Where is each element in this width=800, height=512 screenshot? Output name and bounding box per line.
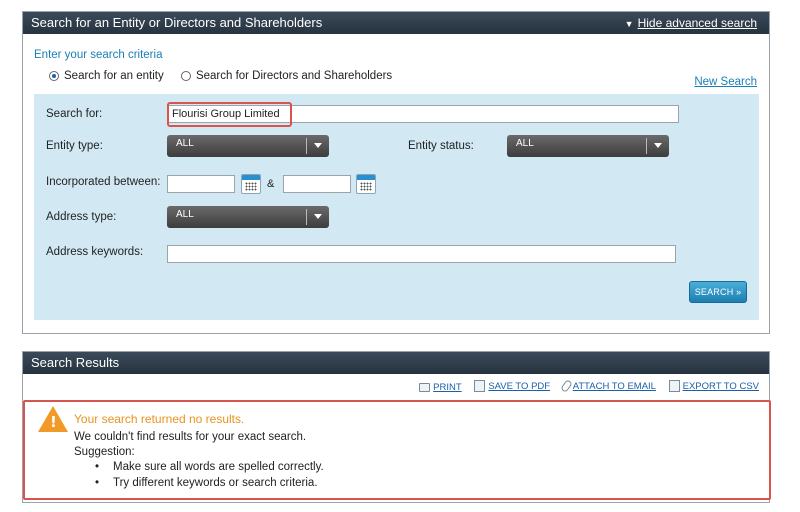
search-panel: Search for an Entity or Directors and Sh… — [22, 11, 770, 334]
pdf-icon — [474, 380, 486, 392]
print-label: PRINT — [433, 382, 462, 393]
ampersand-label: & — [267, 178, 275, 190]
address-type-label: Address type: — [46, 211, 117, 223]
hide-advanced-label: Hide advanced search — [637, 16, 757, 30]
address-keywords-label: Address keywords: — [46, 246, 144, 258]
chevron-down-icon — [654, 143, 662, 148]
search-for-label: Search for: — [46, 108, 103, 120]
print-link[interactable]: PRINT — [419, 382, 462, 393]
entity-status-label: Entity status: — [408, 140, 474, 152]
dropdown-separator — [306, 209, 307, 225]
suggestion-list: Make sure all words are spelled correctl… — [95, 459, 324, 491]
search-for-input[interactable]: Flourisi Group Limited — [167, 105, 679, 123]
incorporated-between-label: Incorporated between: — [46, 176, 161, 188]
list-item: Make sure all words are spelled correctl… — [95, 459, 324, 475]
alert-message: We couldn't find results for your exact … — [74, 431, 307, 443]
export-csv-label: EXPORT TO CSV — [682, 380, 759, 392]
results-toolbar: PRINT SAVE TO PDF ATTACH TO EMAIL EXPORT… — [409, 379, 759, 395]
radio-directors-button[interactable] — [180, 71, 191, 81]
triangle-down-icon: ▼ — [624, 19, 634, 29]
calendar-icon[interactable] — [356, 174, 376, 194]
alert-title: Your search returned no results. — [74, 412, 245, 426]
new-search-link[interactable]: New Search — [694, 76, 757, 88]
search-type-radio-group: Search for an entity Search for Director… — [49, 70, 406, 84]
entity-type-select[interactable]: ALL — [167, 135, 329, 157]
address-type-select[interactable]: ALL — [167, 206, 329, 228]
chevron-down-icon — [314, 214, 322, 219]
entity-status-select[interactable]: ALL — [507, 135, 669, 157]
entity-type-label: Entity type: — [46, 140, 103, 152]
criteria-label: Enter your search criteria — [34, 49, 163, 61]
address-keywords-input[interactable] — [167, 245, 676, 263]
save-pdf-label: SAVE TO PDF — [488, 380, 551, 392]
save-pdf-link[interactable]: SAVE TO PDF — [474, 380, 550, 392]
no-results-alert: ! Your search returned no results. We co… — [23, 400, 771, 500]
search-panel-title: Search for an Entity or Directors and Sh… — [31, 15, 323, 30]
incorporated-from-input[interactable] — [167, 175, 235, 193]
export-csv-link[interactable]: EXPORT TO CSV — [668, 380, 759, 392]
results-panel-header: Search Results — [23, 352, 769, 374]
dropdown-separator — [646, 138, 647, 154]
radio-search-entity[interactable]: Search for an entity — [49, 70, 164, 82]
radio-entity-button[interactable] — [49, 71, 59, 81]
attach-email-link[interactable]: ATTACH TO EMAIL — [559, 379, 656, 393]
entity-status-value: ALL — [516, 138, 534, 149]
calendar-icon[interactable] — [241, 174, 261, 194]
radio-entity-label: Search for an entity — [64, 70, 164, 82]
list-item: Try different keywords or search criteri… — [95, 475, 324, 491]
incorporated-to-input[interactable] — [283, 175, 351, 193]
attach-email-label: ATTACH TO EMAIL — [572, 380, 656, 392]
csv-icon — [668, 380, 680, 392]
dropdown-separator — [306, 138, 307, 154]
results-panel: Search Results PRINT SAVE TO PDF ATTACH … — [22, 351, 771, 503]
suggestion-label: Suggestion: — [74, 446, 135, 458]
printer-icon — [419, 383, 431, 392]
radio-directors-label: Search for Directors and Shareholders — [195, 70, 393, 82]
search-button[interactable]: SEARCH » — [689, 281, 747, 303]
warning-icon: ! — [38, 406, 68, 432]
address-type-value: ALL — [176, 209, 194, 220]
results-panel-title: Search Results — [31, 355, 120, 370]
search-panel-header: Search for an Entity or Directors and Sh… — [23, 12, 769, 34]
hide-advanced-search-link[interactable]: ▼ Hide advanced search — [625, 12, 757, 35]
entity-type-value: ALL — [176, 138, 194, 149]
paperclip-icon — [559, 379, 573, 393]
radio-search-directors[interactable]: Search for Directors and Shareholders — [180, 70, 393, 82]
chevron-down-icon — [314, 143, 322, 148]
search-form: Search for: Flourisi Group Limited Entit… — [34, 94, 759, 320]
